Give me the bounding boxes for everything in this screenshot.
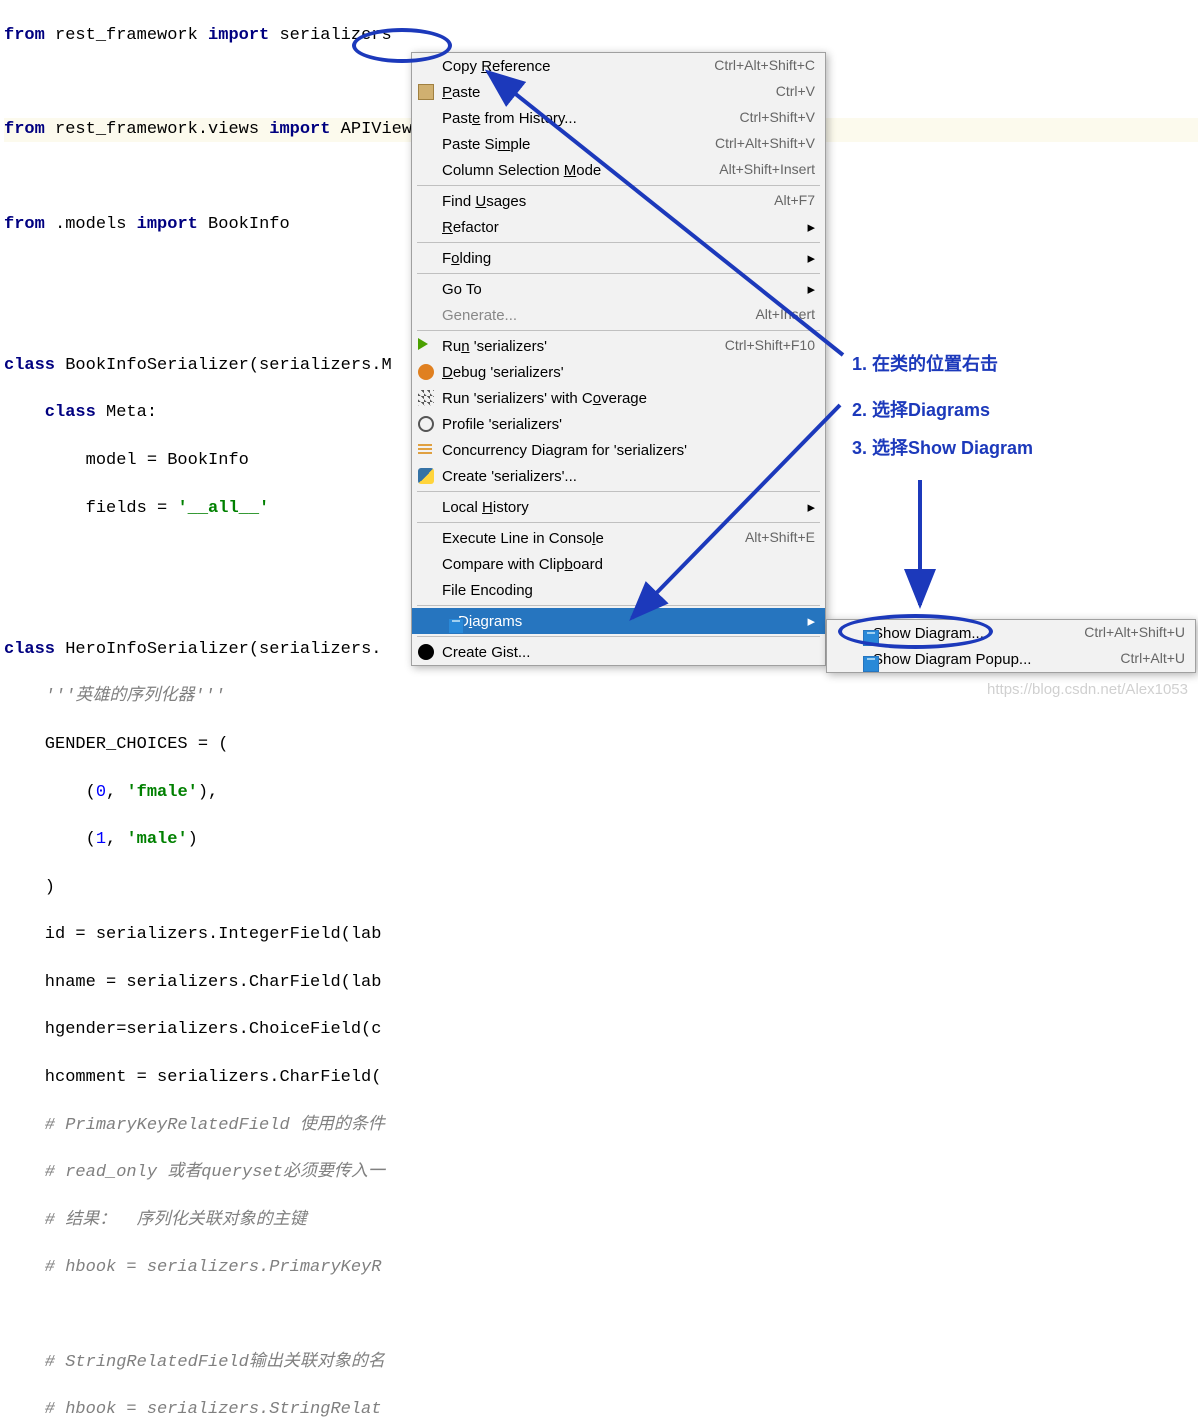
run-icon [418,338,428,350]
menu-separator [417,636,820,637]
menu-paste-history[interactable]: Paste from History...Ctrl+Shift+V [412,105,825,131]
diagrams-submenu: Show Diagram...Ctrl+Alt+Shift+U Show Dia… [826,619,1196,673]
menu-separator [417,185,820,186]
menu-run[interactable]: Run 'serializers'Ctrl+Shift+F10 [412,333,825,359]
annotation-step-1: 1. 在类的位置右击 [852,352,998,377]
menu-folding[interactable]: Folding▸ [412,245,825,271]
menu-separator [417,330,820,331]
menu-profile[interactable]: Profile 'serializers' [412,411,825,437]
menu-copy-reference[interactable]: Copy ReferenceCtrl+Alt+Shift+C [412,53,825,79]
menu-refactor[interactable]: Refactor▸ [412,214,825,240]
menu-column-selection[interactable]: Column Selection ModeAlt+Shift+Insert [412,157,825,183]
context-menu: Copy ReferenceCtrl+Alt+Shift+C PasteCtrl… [411,52,826,666]
chevron-right-icon: ▸ [797,497,815,518]
menu-compare-clipboard[interactable]: Compare with Clipboard [412,551,825,577]
menu-goto[interactable]: Go To▸ [412,276,825,302]
debug-icon [418,364,434,380]
submenu-show-diagram[interactable]: Show Diagram...Ctrl+Alt+Shift+U [827,620,1195,646]
menu-file-encoding[interactable]: File Encoding [412,577,825,603]
menu-create-gist[interactable]: Create Gist... [412,639,825,665]
paste-icon [418,84,434,100]
menu-separator [417,491,820,492]
concurrency-icon [418,442,432,454]
menu-concurrency[interactable]: Concurrency Diagram for 'serializers' [412,437,825,463]
annotation-step-2: 2. 选择Diagrams [852,398,990,423]
menu-paste-simple[interactable]: Paste SimpleCtrl+Alt+Shift+V [412,131,825,157]
menu-execute-console[interactable]: Execute Line in ConsoleAlt+Shift+E [412,525,825,551]
chevron-right-icon: ▸ [797,217,815,238]
menu-debug[interactable]: Debug 'serializers' [412,359,825,385]
chevron-right-icon: ▸ [797,279,815,300]
coverage-icon [418,390,434,406]
diagram-icon [863,656,879,672]
menu-separator [417,242,820,243]
submenu-show-diagram-popup[interactable]: Show Diagram Popup...Ctrl+Alt+U [827,646,1195,672]
menu-separator [417,522,820,523]
watermark: https://blog.csdn.net/Alex1053 [987,679,1188,700]
menu-separator [417,273,820,274]
diagram-icon [448,618,464,634]
chevron-right-icon: ▸ [797,248,815,269]
annotation-step-3: 3. 选择Show Diagram [852,436,1033,461]
chevron-right-icon: ▸ [797,611,815,632]
github-icon [418,644,434,660]
menu-find-usages[interactable]: Find UsagesAlt+F7 [412,188,825,214]
menu-diagrams[interactable]: Diagrams▸ [412,608,825,634]
menu-generate[interactable]: Generate...Alt+Insert [412,302,825,328]
menu-coverage[interactable]: Run 'serializers' with Coverage [412,385,825,411]
menu-separator [417,605,820,606]
diagram-icon [863,630,879,646]
menu-create[interactable]: Create 'serializers'... [412,463,825,489]
python-icon [418,468,434,484]
profile-icon [418,416,434,432]
menu-local-history[interactable]: Local History▸ [412,494,825,520]
menu-paste[interactable]: PasteCtrl+V [412,79,825,105]
